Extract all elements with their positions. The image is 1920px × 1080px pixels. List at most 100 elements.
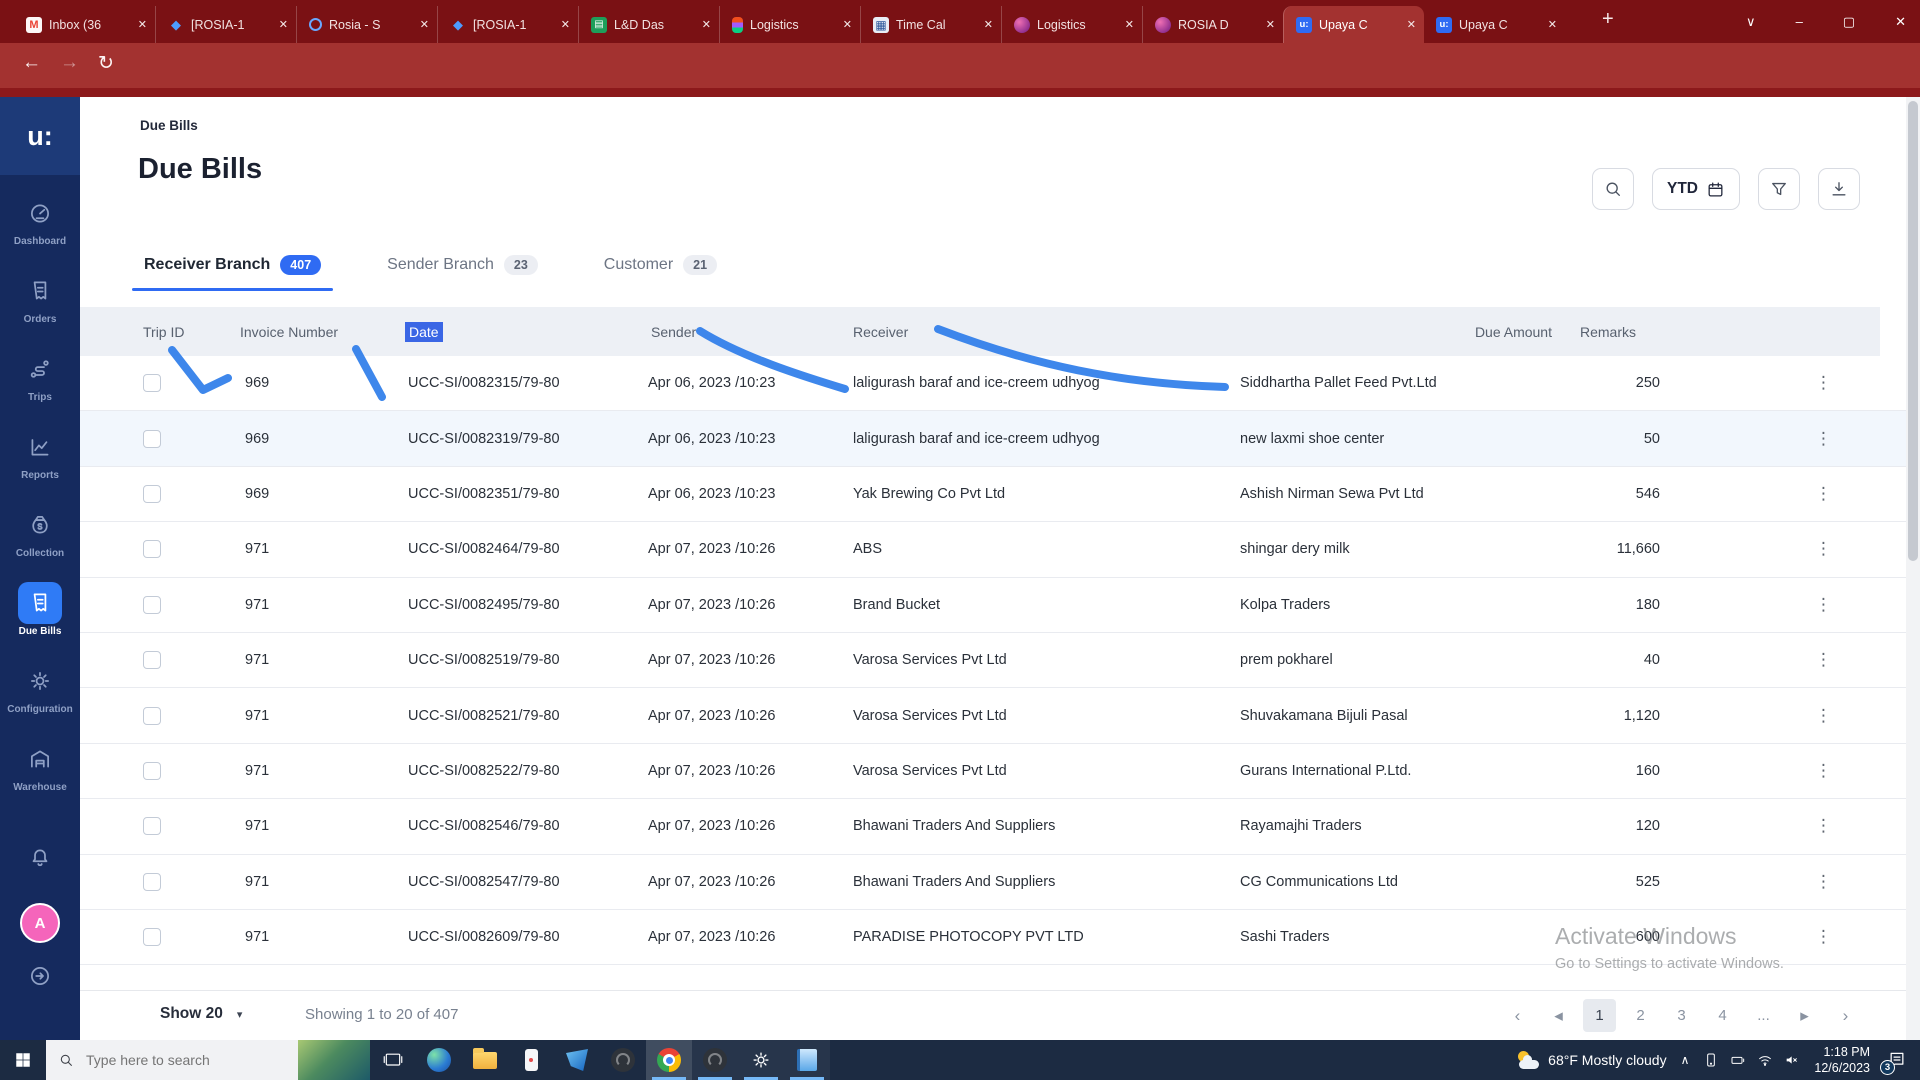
tray-device-icon[interactable] <box>1703 1052 1719 1068</box>
logout-icon[interactable] <box>0 963 80 989</box>
sidebar-item-reports[interactable]: Reports <box>0 426 80 504</box>
forward-button[interactable]: → <box>60 52 79 74</box>
tab-search-chevron-icon[interactable]: ∨ <box>1746 14 1756 30</box>
table-row[interactable]: 971 UCC-SI/0082547/79-80 Apr 07, 2023 /1… <box>80 854 1920 910</box>
table-row[interactable]: 969 UCC-SI/0082315/79-80 Apr 06, 2023 /1… <box>80 356 1920 412</box>
col-receiver[interactable]: Receiver <box>853 324 908 340</box>
row-menu-kebab-icon[interactable]: ⋮ <box>1815 927 1833 947</box>
widgets-weather-image[interactable] <box>298 1040 370 1080</box>
browser-tab[interactable]: [ROSIA-1 ✕ <box>155 6 296 43</box>
tab-close-icon[interactable]: ✕ <box>702 18 711 31</box>
table-row[interactable]: 971 UCC-SI/0082521/79-80 Apr 07, 2023 /1… <box>80 688 1920 744</box>
notifications-bell-icon[interactable] <box>0 845 80 871</box>
pagination-page[interactable]: 1 <box>1583 999 1616 1032</box>
row-menu-kebab-icon[interactable]: ⋮ <box>1815 429 1833 449</box>
download-button[interactable] <box>1818 168 1860 210</box>
browser-tab[interactable]: Rosia - S ✕ <box>296 6 437 43</box>
tab-close-icon[interactable]: ✕ <box>420 18 429 31</box>
table-row[interactable]: 971 UCC-SI/0082609/79-80 Apr 07, 2023 /1… <box>80 909 1920 966</box>
page-scrollbar[interactable] <box>1906 97 1920 1040</box>
row-checkbox[interactable] <box>143 706 161 725</box>
sidebar-item-configuration[interactable]: Configuration <box>0 660 80 738</box>
taskbar-app-dark-1[interactable] <box>600 1040 646 1080</box>
row-checkbox[interactable] <box>143 651 161 670</box>
tab-close-icon[interactable]: ✕ <box>1266 18 1275 31</box>
taskbar-search[interactable] <box>46 1040 298 1080</box>
browser-tab[interactable]: Time Cal ✕ <box>860 6 1001 43</box>
date-range-button[interactable]: YTD <box>1652 168 1740 210</box>
page-tab[interactable]: Receiver Branch 407 <box>131 245 334 291</box>
col-invoice-number[interactable]: Invoice Number <box>240 324 338 340</box>
pagination-page[interactable]: 2 <box>1624 999 1657 1032</box>
search-button[interactable] <box>1592 168 1634 210</box>
row-checkbox[interactable] <box>143 595 161 614</box>
window-minimize-button[interactable]: – <box>1796 14 1803 29</box>
action-center-button[interactable]: 3 <box>1880 1047 1910 1075</box>
row-checkbox[interactable] <box>143 872 161 891</box>
sidebar-item-warehouse[interactable]: Warehouse <box>0 738 80 816</box>
row-checkbox[interactable] <box>143 429 161 448</box>
table-row[interactable]: 971 UCC-SI/0082495/79-80 Apr 07, 2023 /1… <box>80 577 1920 633</box>
tab-close-icon[interactable]: ✕ <box>279 18 288 31</box>
pagination-prev-icon[interactable]: ◂ <box>1542 999 1575 1032</box>
new-tab-button[interactable]: + <box>1602 8 1614 31</box>
row-menu-kebab-icon[interactable]: ⋮ <box>1815 373 1833 393</box>
pagination-page[interactable]: 3 <box>1665 999 1698 1032</box>
col-trip-id[interactable]: Trip ID <box>143 324 184 340</box>
filter-button[interactable] <box>1758 168 1800 210</box>
table-row[interactable]: 971 UCC-SI/0082546/79-80 Apr 07, 2023 /1… <box>80 799 1920 855</box>
pagination-first-icon[interactable]: ‹ <box>1501 999 1534 1032</box>
browser-tab[interactable]: [ROSIA-1 ✕ <box>437 6 578 43</box>
table-row[interactable]: 971 UCC-SI/0082522/79-80 Apr 07, 2023 /1… <box>80 743 1920 800</box>
sidebar-item-due-bills[interactable]: Due Bills <box>0 582 80 660</box>
browser-tab[interactable]: Upaya C ✕ <box>1283 6 1424 43</box>
taskbar-app-book[interactable] <box>784 1040 830 1080</box>
page-tab[interactable]: Customer 21 <box>600 245 721 291</box>
page-size-select[interactable]: Show 20 ▾ <box>160 1005 242 1023</box>
taskbar-app-file-explorer[interactable] <box>462 1040 508 1080</box>
taskbar-weather[interactable]: 68°F Mostly cloudy <box>1516 1051 1667 1069</box>
taskbar-app-phone[interactable] <box>508 1040 554 1080</box>
browser-tab[interactable]: Upaya C ✕ <box>1424 6 1565 43</box>
pagination-last-icon[interactable]: › <box>1829 999 1862 1032</box>
row-checkbox[interactable] <box>143 374 161 393</box>
table-row[interactable]: 969 UCC-SI/0082351/79-80 Apr 06, 2023 /1… <box>80 466 1920 523</box>
tray-network-icon[interactable] <box>1757 1052 1773 1068</box>
tab-close-icon[interactable]: ✕ <box>1407 18 1416 31</box>
tab-close-icon[interactable]: ✕ <box>138 18 147 31</box>
browser-tab[interactable]: Inbox (36 ✕ <box>14 6 155 43</box>
taskbar-app-dark-2[interactable] <box>692 1040 738 1080</box>
taskbar-app-mail[interactable] <box>554 1040 600 1080</box>
window-close-button[interactable]: ✕ <box>1895 14 1906 30</box>
tray-expand-chevron-icon[interactable]: ∧ <box>1681 1053 1690 1067</box>
taskbar-clock[interactable]: 1:18 PM 12/6/2023 <box>1814 1044 1870 1077</box>
row-checkbox[interactable] <box>143 540 161 559</box>
sidebar-item-trips[interactable]: Trips <box>0 348 80 426</box>
row-menu-kebab-icon[interactable]: ⋮ <box>1815 595 1833 615</box>
col-due-amount[interactable]: Due Amount <box>1380 324 1552 340</box>
row-checkbox[interactable] <box>143 928 161 947</box>
browser-tab[interactable]: ROSIA D ✕ <box>1142 6 1283 43</box>
scrollbar-thumb[interactable] <box>1908 101 1918 561</box>
table-row[interactable]: 971 UCC-SI/0082519/79-80 Apr 07, 2023 /1… <box>80 632 1920 689</box>
tab-close-icon[interactable]: ✕ <box>561 18 570 31</box>
pagination-next-icon[interactable]: ▸ <box>1788 999 1821 1032</box>
pagination-page[interactable]: ... <box>1747 999 1780 1032</box>
back-button[interactable]: ← <box>22 52 41 74</box>
row-menu-kebab-icon[interactable]: ⋮ <box>1815 539 1833 559</box>
tab-close-icon[interactable]: ✕ <box>1125 18 1134 31</box>
tray-battery-icon[interactable] <box>1730 1052 1746 1068</box>
col-date-selected[interactable]: Date <box>405 321 443 342</box>
browser-tab[interactable]: L&D Das ✕ <box>578 6 719 43</box>
row-menu-kebab-icon[interactable]: ⋮ <box>1815 816 1833 836</box>
browser-tab[interactable]: Logistics ✕ <box>719 6 860 43</box>
window-maximize-button[interactable]: ▢ <box>1843 14 1855 30</box>
taskbar-app-chrome[interactable] <box>646 1040 692 1080</box>
row-checkbox[interactable] <box>143 484 161 503</box>
row-menu-kebab-icon[interactable]: ⋮ <box>1815 484 1833 504</box>
taskbar-search-input[interactable] <box>84 1051 274 1069</box>
col-remarks[interactable]: Remarks <box>1580 324 1636 340</box>
start-button[interactable] <box>0 1040 46 1080</box>
row-menu-kebab-icon[interactable]: ⋮ <box>1815 650 1833 670</box>
task-view-button[interactable] <box>370 1040 416 1080</box>
